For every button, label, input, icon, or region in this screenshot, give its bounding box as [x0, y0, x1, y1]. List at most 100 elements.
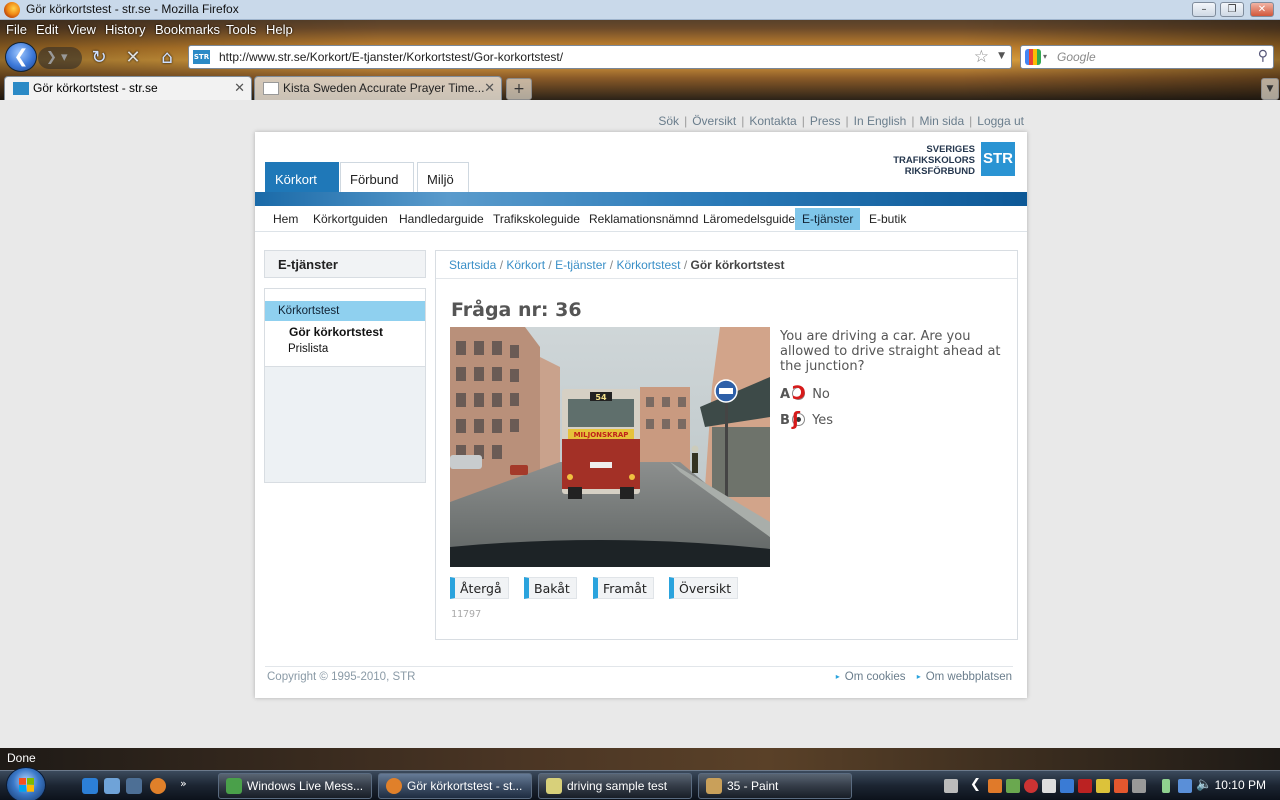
- bookmark-star-icon[interactable]: ☆: [974, 47, 989, 67]
- taskbar-label: 35 - Paint: [727, 779, 779, 793]
- tray-app5-icon[interactable]: [1078, 779, 1092, 793]
- question-title: Fråga nr: 36: [451, 299, 582, 321]
- sidebar-item-prislista[interactable]: Prislista: [288, 343, 328, 355]
- overview-button[interactable]: Översikt: [669, 577, 739, 599]
- link-logga-ut[interactable]: Logga ut: [977, 114, 1024, 128]
- link-min-sida[interactable]: Min sida: [919, 114, 964, 128]
- status-text: Done: [7, 751, 36, 765]
- taskbar-firefox[interactable]: Gör körkortstest - st...: [378, 773, 532, 799]
- subnav-reklamationsnamnd[interactable]: Reklamationsnämnd: [589, 212, 698, 226]
- link-kontakta[interactable]: Kontakta: [749, 114, 796, 128]
- link-oversikt[interactable]: Översikt: [692, 114, 736, 128]
- search-bar[interactable]: ▾ Google ⚲: [1020, 45, 1274, 69]
- sidebar-item-gor-korkortstest[interactable]: Gör körkortstest: [289, 325, 383, 339]
- menu-bookmarks[interactable]: Bookmarks: [155, 22, 220, 37]
- tray-expand-icon[interactable]: ❮: [970, 777, 981, 792]
- stop-icon[interactable]: ✕: [122, 47, 144, 69]
- menu-file[interactable]: File: [6, 22, 27, 37]
- back-button[interactable]: ❮: [5, 42, 37, 72]
- status-bar: Done: [0, 748, 1280, 770]
- site-identity-icon[interactable]: STR: [193, 50, 210, 64]
- back-question-button[interactable]: Bakåt: [524, 577, 577, 599]
- return-button[interactable]: Återgå: [450, 577, 509, 599]
- link-sok[interactable]: Sök: [658, 114, 679, 128]
- show-desktop-icon[interactable]: [104, 778, 120, 794]
- taskbar-windows-live-messenger[interactable]: Windows Live Mess...: [218, 773, 372, 799]
- tab-gor-korkortstest[interactable]: Gör körkortstest - str.se ✕: [4, 76, 252, 100]
- site-container: SVERIGES TRAFIKSKOLORS RIKSFÖRBUND STR K…: [255, 132, 1027, 698]
- start-button[interactable]: [6, 767, 46, 800]
- system-clock[interactable]: 10:10 PM: [1215, 778, 1266, 792]
- link-press[interactable]: Press: [810, 114, 841, 128]
- crumb-e-tjanster[interactable]: E-tjänster: [555, 258, 606, 272]
- crumb-korkort[interactable]: Körkort: [506, 258, 545, 272]
- google-engine-icon[interactable]: [1025, 49, 1041, 65]
- tab-kista-prayer-times[interactable]: Kista Sweden Accurate Prayer Time... ✕: [254, 76, 502, 100]
- tray-app3-icon[interactable]: [1042, 779, 1056, 793]
- crumb-startsida[interactable]: Startsida: [449, 258, 496, 272]
- engine-dropdown-icon[interactable]: ▾: [1043, 52, 1047, 61]
- url-dropdown-icon[interactable]: ▼: [998, 51, 1005, 61]
- tray-app2-icon[interactable]: [1006, 779, 1020, 793]
- menu-tools[interactable]: Tools: [226, 22, 256, 37]
- reload-icon[interactable]: ↻: [88, 47, 110, 69]
- taskbar-paint[interactable]: 35 - Paint: [698, 773, 852, 799]
- tray-app6-icon[interactable]: [1096, 779, 1110, 793]
- link-om-cookies[interactable]: Om cookies: [836, 671, 906, 683]
- close-window-button[interactable]: ✕: [1250, 2, 1274, 17]
- forward-button[interactable]: ❯ ▾: [38, 47, 82, 69]
- taskbar-label: driving sample test: [567, 779, 668, 793]
- subnav-korkortguiden[interactable]: Körkortguiden: [313, 212, 388, 226]
- tray-antivirus-icon[interactable]: [1024, 779, 1038, 793]
- close-tab-icon[interactable]: ✕: [484, 80, 495, 96]
- sidebar-menu: Körkortstest Gör körkortstest Prislista: [264, 288, 426, 483]
- forward-question-button[interactable]: Framåt: [593, 577, 654, 599]
- answer-b[interactable]: B Yes: [780, 413, 833, 428]
- subnav-e-tjanster[interactable]: E-tjänster: [795, 208, 861, 230]
- str-logo[interactable]: SVERIGES TRAFIKSKOLORS RIKSFÖRBUND STR: [891, 142, 1015, 178]
- subnav-hem[interactable]: Hem: [273, 212, 298, 226]
- close-tab-icon[interactable]: ✕: [234, 80, 245, 96]
- list-tabs-icon[interactable]: ▼: [1261, 78, 1279, 100]
- firefox-quicklaunch-icon[interactable]: [150, 778, 166, 794]
- menu-view[interactable]: View: [68, 22, 96, 37]
- menu-history[interactable]: History: [105, 22, 145, 37]
- crumb-korkortstest[interactable]: Körkortstest: [616, 258, 680, 272]
- page-viewport: Sök | Översikt | Kontakta | Press | In English | M…: [0, 100, 1280, 748]
- quicklaunch-overflow-icon[interactable]: »: [180, 777, 187, 790]
- subnav-laromedelsguide[interactable]: Läromedelsguide: [703, 212, 795, 226]
- internet-explorer-icon[interactable]: [82, 778, 98, 794]
- sidebar-item-korkortstest[interactable]: Körkortstest: [265, 301, 425, 321]
- taskbar-label: Gör körkortstest - st...: [407, 779, 523, 793]
- tab-miljo[interactable]: Miljö: [417, 162, 469, 192]
- menu-edit[interactable]: Edit: [36, 22, 58, 37]
- switch-windows-icon[interactable]: [126, 778, 142, 794]
- subnav-e-butik[interactable]: E-butik: [869, 212, 906, 226]
- volume-icon[interactable]: 🔈: [1196, 777, 1212, 792]
- tray-app4-icon[interactable]: [1060, 779, 1074, 793]
- network-icon[interactable]: [1178, 779, 1192, 793]
- battery-icon[interactable]: [1162, 779, 1170, 793]
- address-bar[interactable]: STR http://www.str.se/Korkort/E-tjanster…: [188, 45, 1012, 69]
- taskbar-driving-sample-test[interactable]: driving sample test: [538, 773, 692, 799]
- subnav-handledarguide[interactable]: Handledarguide: [399, 212, 484, 226]
- maximize-button[interactable]: ❐: [1220, 2, 1244, 17]
- subnav-trafikskoleguide[interactable]: Trafikskoleguide: [493, 212, 580, 226]
- firefox-icon: [386, 778, 402, 794]
- home-icon[interactable]: ⌂: [156, 47, 178, 69]
- link-in-english[interactable]: In English: [854, 114, 907, 128]
- new-tab-button[interactable]: +: [506, 78, 532, 100]
- menu-help[interactable]: Help: [266, 22, 293, 37]
- keyboard-icon[interactable]: [944, 779, 958, 793]
- tray-app8-icon[interactable]: [1132, 779, 1146, 793]
- search-icon[interactable]: ⚲: [1258, 48, 1268, 64]
- tray-app1-icon[interactable]: [988, 779, 1002, 793]
- red-pen-mark-a-icon: Ɔ: [792, 382, 806, 404]
- logo-text: SVERIGES TRAFIKSKOLORS RIKSFÖRBUND: [893, 144, 975, 177]
- minimize-button[interactable]: –: [1192, 2, 1216, 17]
- url-text[interactable]: http://www.str.se/Korkort/E-tjanster/Kor…: [219, 50, 563, 64]
- tab-korkort[interactable]: Körkort: [265, 162, 339, 192]
- link-om-webbplatsen[interactable]: Om webbplatsen: [917, 671, 1012, 683]
- tab-forbund[interactable]: Förbund: [340, 162, 414, 192]
- tray-app7-icon[interactable]: [1114, 779, 1128, 793]
